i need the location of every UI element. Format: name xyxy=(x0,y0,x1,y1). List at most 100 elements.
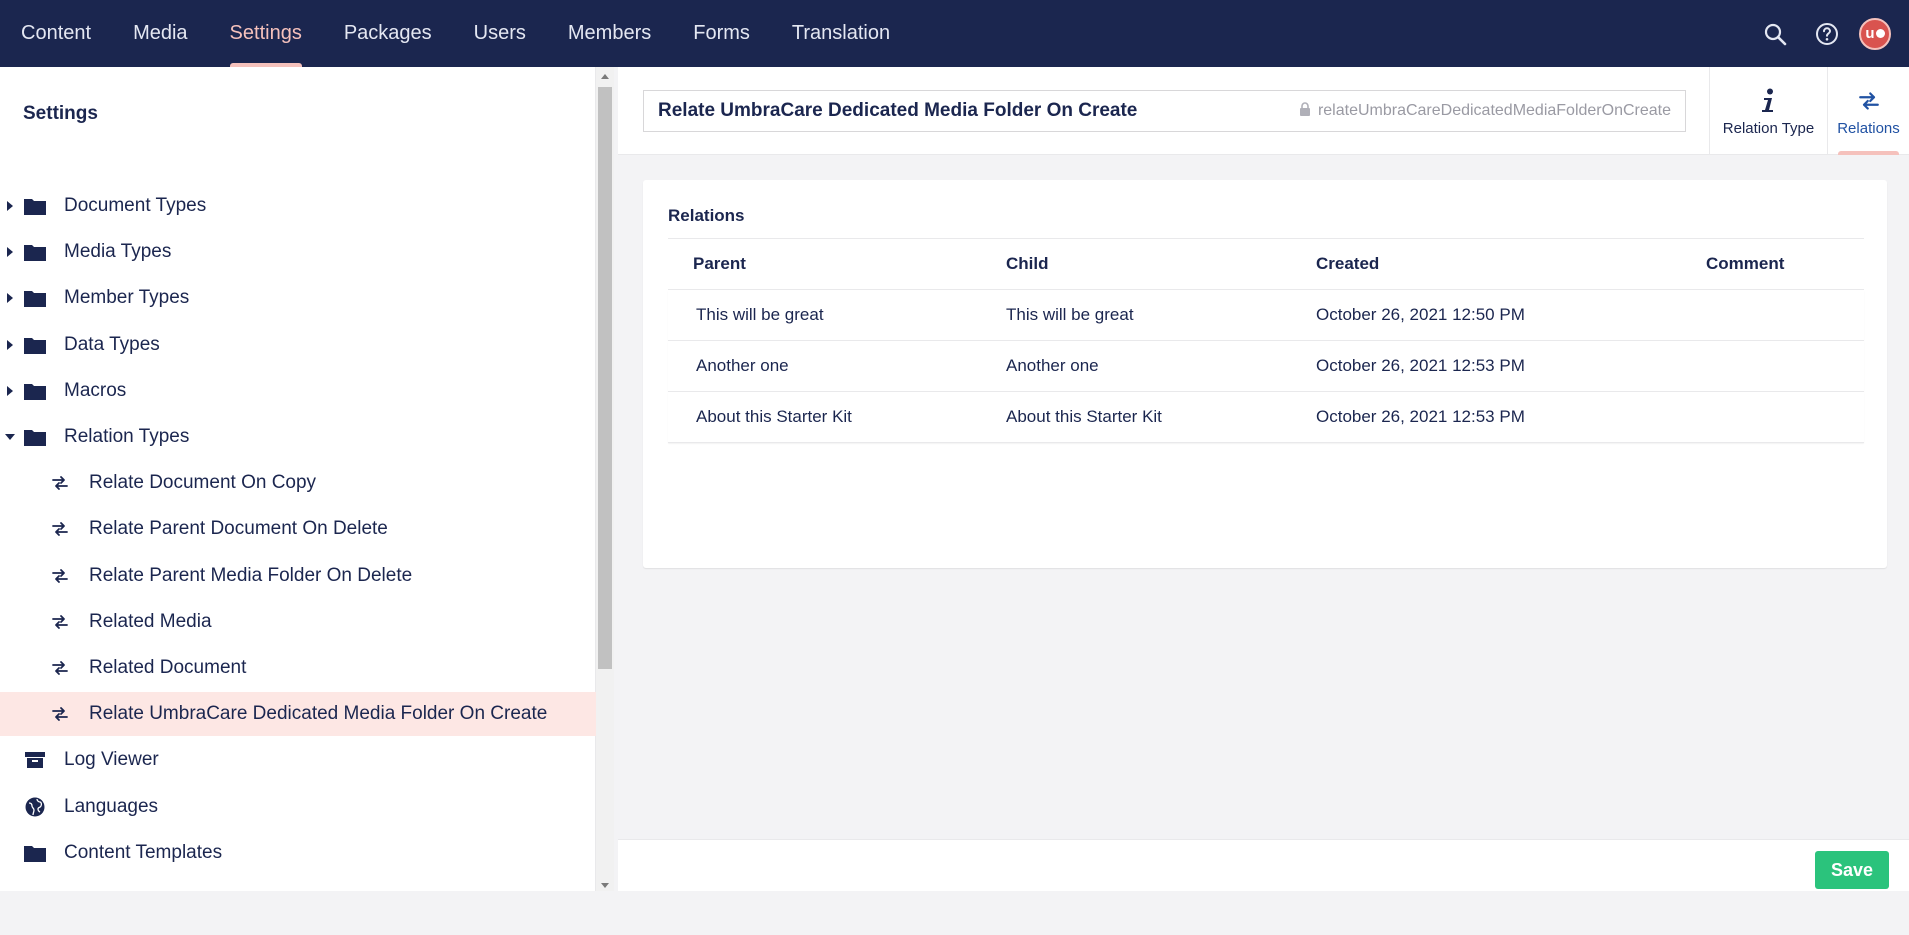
lock-icon[interactable] xyxy=(1299,101,1311,121)
table-row: About this Starter Kit About this Starte… xyxy=(668,392,1864,443)
tree-item-content-templates[interactable]: Content Templates xyxy=(0,831,596,875)
caret-right-icon[interactable] xyxy=(7,247,13,257)
section-settings[interactable]: Settings xyxy=(209,0,323,67)
tree-item-log-viewer[interactable]: Log Viewer xyxy=(0,738,596,782)
tree-item-relate-parent-media-folder-on-delete[interactable]: Relate Parent Media Folder On Delete xyxy=(0,554,596,598)
sidebar: Settings Document Types Media Types Memb… xyxy=(0,67,596,891)
caret-right-icon[interactable] xyxy=(7,201,13,211)
tree-item-label: Member Types xyxy=(64,287,190,308)
caret-right-icon[interactable] xyxy=(7,340,13,350)
section-translation[interactable]: Translation xyxy=(771,0,911,67)
cell-child: Another one xyxy=(1006,356,1099,375)
editor-footer: Save xyxy=(618,839,1909,891)
section-tabs: Content Media Settings Packages Users Me… xyxy=(0,0,911,67)
tree-item-relate-parent-document-on-delete[interactable]: Relate Parent Document On Delete xyxy=(0,507,596,551)
relations-table: Parent Child Created Comment This will b… xyxy=(668,238,1864,443)
folder-icon xyxy=(22,840,48,866)
tree-item-label: Data Types xyxy=(64,334,160,355)
caret-right-icon[interactable] xyxy=(7,293,13,303)
sidebar-title: Settings xyxy=(23,103,98,124)
relations-title: Relations xyxy=(668,206,745,225)
folder-icon xyxy=(22,285,48,311)
scroll-up-icon[interactable] xyxy=(601,74,609,79)
app-label: Relation Type xyxy=(1722,119,1815,137)
tree-item-label: Document Types xyxy=(64,195,207,216)
top-navigation: Content Media Settings Packages Users Me… xyxy=(0,0,1909,67)
tree-item-relate-umbracare-dedicated-media-folder-on-create[interactable]: Relate UmbraCare Dedicated Media Folder … xyxy=(0,692,596,736)
scroll-down-icon[interactable] xyxy=(601,883,609,888)
top-actions: u xyxy=(1749,0,1909,67)
exchange-icon xyxy=(47,563,73,589)
tree-item-languages[interactable]: Languages xyxy=(0,785,596,829)
tree-item-label: Relate UmbraCare Dedicated Media Folder … xyxy=(89,703,548,724)
alias-field[interactable]: relateUmbraCareDedicatedMediaFolderOnCre… xyxy=(1299,101,1671,121)
tree-item-label: Related Media xyxy=(89,611,212,632)
section-members[interactable]: Members xyxy=(547,0,672,67)
tree-item-macros[interactable]: Macros xyxy=(0,369,596,413)
tree-item-label: Related Document xyxy=(89,657,247,678)
tree-item-relation-types[interactable]: Relation Types xyxy=(0,415,596,459)
cell-created: October 26, 2021 12:53 PM xyxy=(1316,356,1525,375)
editor-header: Relate UmbraCare Dedicated Media Folder … xyxy=(618,67,1909,155)
folder-icon xyxy=(22,332,48,358)
exchange-icon xyxy=(47,470,73,496)
tree-item-document-types[interactable]: Document Types xyxy=(0,184,596,228)
cell-child: This will be great xyxy=(1006,305,1134,324)
relation-type-name[interactable]: Relate UmbraCare Dedicated Media Folder … xyxy=(658,100,1137,122)
section-users[interactable]: Users xyxy=(453,0,547,67)
cell-created: October 26, 2021 12:50 PM xyxy=(1316,305,1525,324)
info-icon xyxy=(1761,86,1776,116)
column-header-parent: Parent xyxy=(693,254,746,273)
table-row: This will be great This will be great Oc… xyxy=(668,290,1864,341)
tree-item-label: Relate Document On Copy xyxy=(89,472,317,493)
app-relations[interactable]: Relations xyxy=(1827,67,1909,155)
tree-item-media-types[interactable]: Media Types xyxy=(0,230,596,274)
section-packages[interactable]: Packages xyxy=(323,0,453,67)
exchange-icon xyxy=(47,701,73,727)
exchange-icon xyxy=(47,609,73,635)
app-relation-type[interactable]: Relation Type xyxy=(1709,67,1827,155)
folder-icon xyxy=(22,378,48,404)
caret-right-icon[interactable] xyxy=(7,386,13,396)
name-field[interactable]: Relate UmbraCare Dedicated Media Folder … xyxy=(643,90,1686,132)
save-button[interactable]: Save xyxy=(1815,851,1889,889)
scrollbar-thumb[interactable] xyxy=(598,87,612,669)
folder-icon xyxy=(22,193,48,219)
tree-item-label: Relation Types xyxy=(64,426,190,447)
cell-parent: About this Starter Kit xyxy=(696,407,852,426)
tree-item-label: Relate Parent Media Folder On Delete xyxy=(89,565,413,586)
tree-item-relate-document-on-copy[interactable]: Relate Document On Copy xyxy=(0,461,596,505)
avatar-logo-icon xyxy=(1875,29,1885,38)
cell-parent: This will be great xyxy=(696,305,824,324)
tree-item-related-document[interactable]: Related Document xyxy=(0,646,596,690)
cell-child: About this Starter Kit xyxy=(1006,407,1162,426)
cell-created: October 26, 2021 12:53 PM xyxy=(1316,407,1525,426)
app-label: Relations xyxy=(1837,119,1900,137)
folder-icon xyxy=(22,424,48,450)
archive-icon xyxy=(22,747,48,773)
editor-content: Relations Parent Child Created Comment T… xyxy=(618,155,1909,839)
caret-down-icon[interactable] xyxy=(5,434,15,440)
section-content[interactable]: Content xyxy=(0,0,112,67)
column-header-comment: Comment xyxy=(1706,254,1785,273)
user-avatar[interactable]: u xyxy=(1859,17,1891,50)
exchange-icon xyxy=(1858,86,1879,116)
section-forms[interactable]: Forms xyxy=(672,0,771,67)
exchange-icon xyxy=(47,655,73,681)
tree-item-label: Log Viewer xyxy=(64,749,159,770)
sidebar-scrollbar[interactable] xyxy=(596,67,614,891)
tree-item-label: Languages xyxy=(64,796,159,817)
tree-item-label: Relate Parent Document On Delete xyxy=(89,518,388,539)
column-header-child: Child xyxy=(1006,254,1049,273)
avatar-initials: u xyxy=(1865,25,1875,42)
tree-item-data-types[interactable]: Data Types xyxy=(0,323,596,367)
tree-item-related-media[interactable]: Related Media xyxy=(0,600,596,644)
help-icon[interactable] xyxy=(1801,0,1853,67)
relations-panel: Relations Parent Child Created Comment T… xyxy=(643,180,1887,568)
tree-item-label: Macros xyxy=(64,380,127,401)
tree-item-label: Content Templates xyxy=(64,842,223,863)
tree-item-member-types[interactable]: Member Types xyxy=(0,276,596,320)
tree-item-label: Media Types xyxy=(64,241,172,262)
search-icon[interactable] xyxy=(1749,0,1801,67)
section-media[interactable]: Media xyxy=(112,0,208,67)
